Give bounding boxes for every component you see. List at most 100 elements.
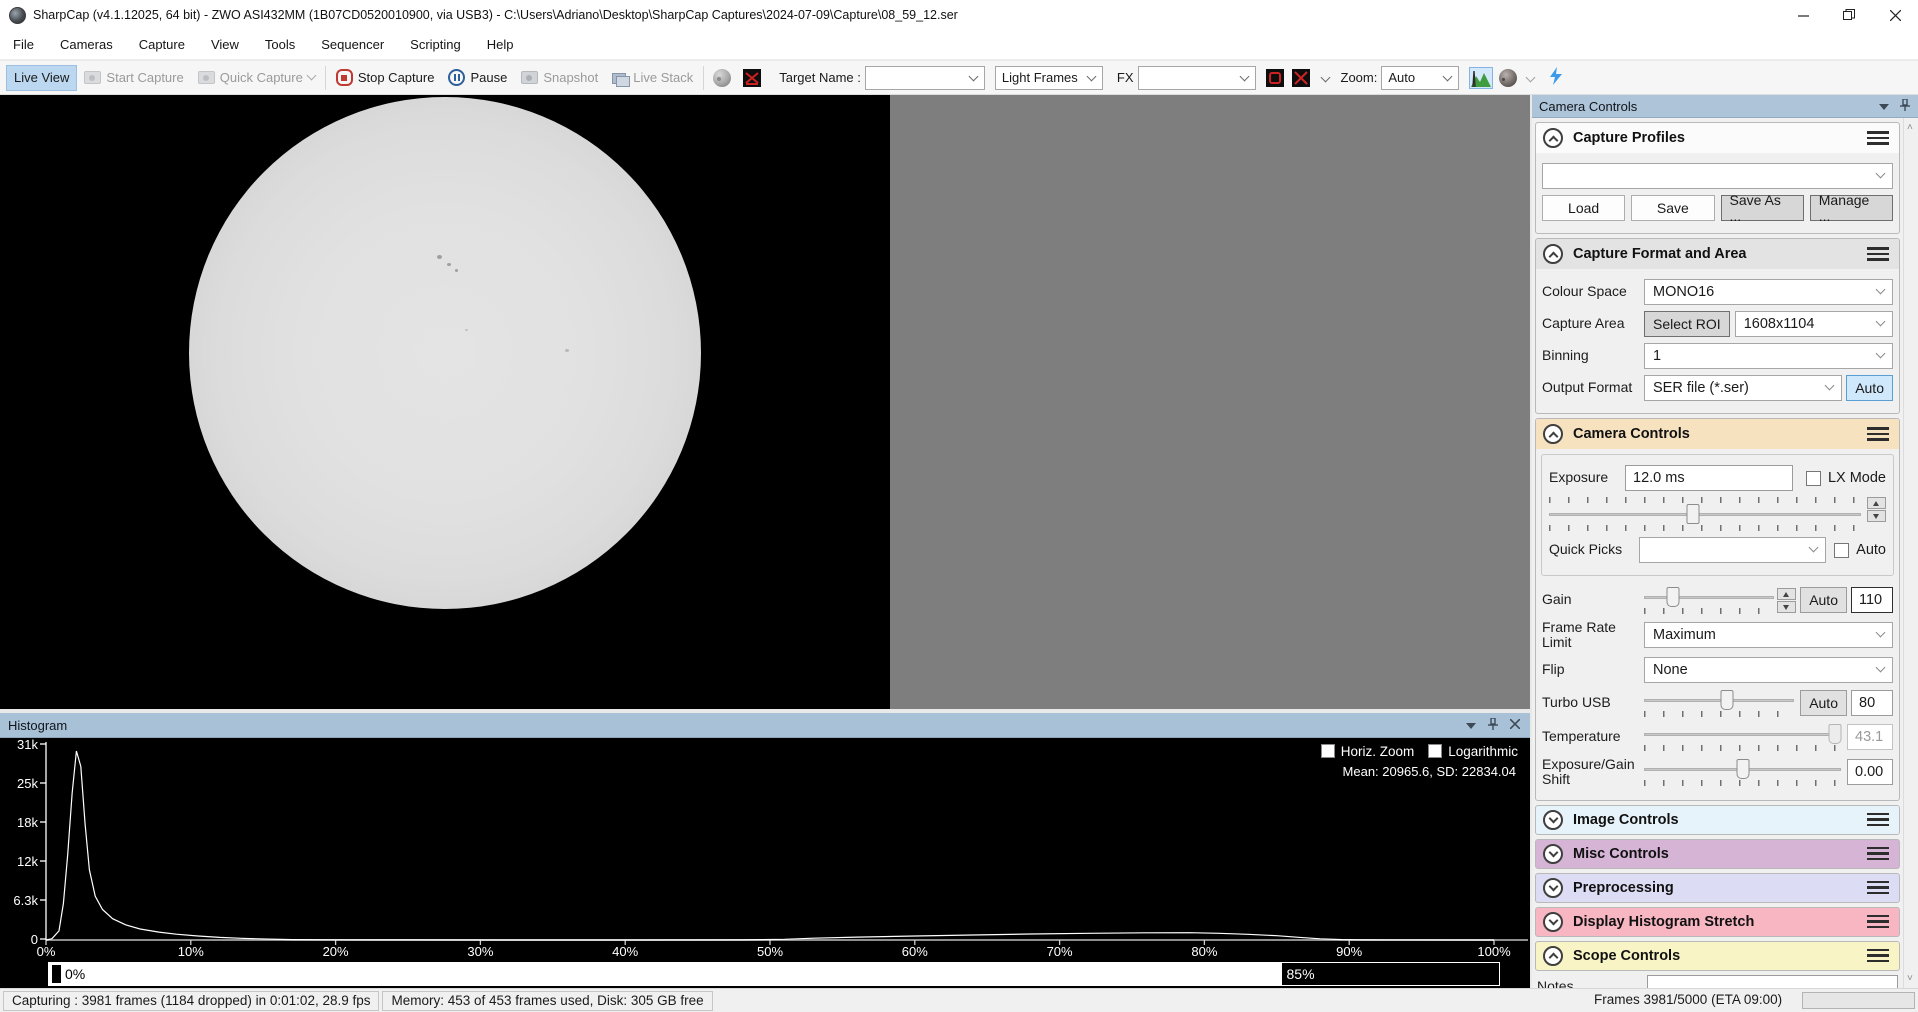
camera-controls-header[interactable]: Camera Controls	[1536, 419, 1899, 449]
save-as-button[interactable]: Save As ...	[1721, 195, 1804, 221]
panel-menu-icon[interactable]	[1466, 718, 1476, 732]
colour-space-combobox[interactable]: MONO16	[1644, 279, 1893, 305]
snapshot-button[interactable]: Snapshot	[514, 65, 605, 91]
stop-capture-button[interactable]: Stop Capture	[329, 65, 442, 91]
scroll-down-icon[interactable]: ˅	[1907, 973, 1913, 984]
fx-combobox[interactable]	[1138, 66, 1256, 90]
gain-auto-button[interactable]: Auto	[1800, 587, 1847, 613]
display-histogram-stretch-header[interactable]: Display Histogram Stretch	[1535, 907, 1900, 937]
expand-icon[interactable]	[1543, 912, 1563, 932]
histogram-toggle-icon[interactable]	[1469, 67, 1493, 89]
target-name-combobox[interactable]	[865, 66, 985, 90]
restore-button[interactable]	[1826, 0, 1872, 30]
menu-capture[interactable]: Capture	[126, 37, 198, 52]
capture-area-combobox[interactable]: 1608x1104	[1735, 311, 1893, 337]
crosshair-icon[interactable]	[1292, 69, 1310, 87]
frame-rate-combobox[interactable]: Maximum	[1644, 622, 1893, 648]
load-button[interactable]: Load	[1542, 195, 1625, 221]
expand-icon[interactable]	[1543, 810, 1563, 830]
menu-tools[interactable]: Tools	[252, 37, 308, 52]
moon-target-icon[interactable]	[713, 69, 731, 87]
pin-icon[interactable]	[1488, 718, 1498, 733]
menu-cameras[interactable]: Cameras	[47, 37, 126, 52]
horiz-zoom-checkbox[interactable]: Horiz. Zoom	[1321, 744, 1415, 759]
quick-picks-auto-checkbox[interactable]: Auto	[1834, 542, 1886, 558]
section-menu-icon[interactable]	[1867, 949, 1889, 963]
collapse-icon[interactable]	[1543, 424, 1563, 444]
section-menu-icon[interactable]	[1867, 247, 1889, 261]
save-button[interactable]: Save	[1631, 195, 1714, 221]
expand-icon[interactable]	[1543, 878, 1563, 898]
quick-capture-button[interactable]: Quick Capture	[191, 65, 322, 91]
output-auto-button[interactable]: Auto	[1846, 375, 1893, 401]
section-menu-icon[interactable]	[1867, 847, 1889, 861]
section-menu-icon[interactable]	[1867, 881, 1889, 895]
overlay-status-icon[interactable]	[743, 69, 761, 87]
camera-icon	[84, 71, 101, 84]
flip-combobox[interactable]: None	[1644, 657, 1893, 683]
histogram-stretch-bar[interactable]: 0% 85%	[48, 962, 1500, 986]
section-title: Capture Profiles	[1573, 130, 1685, 146]
flash-icon[interactable]	[1548, 67, 1564, 88]
turbo-usb-input[interactable]: 80	[1851, 690, 1893, 716]
logarithmic-checkbox[interactable]: Logarithmic	[1428, 744, 1518, 759]
select-roi-button[interactable]: Select ROI	[1644, 311, 1730, 337]
collapse-icon[interactable]	[1543, 128, 1563, 148]
gain-spinner[interactable]	[1777, 588, 1796, 613]
misc-controls-header[interactable]: Misc Controls	[1535, 839, 1900, 869]
section-menu-icon[interactable]	[1867, 131, 1889, 145]
output-format-combobox[interactable]: SER file (*.ser)	[1644, 375, 1842, 401]
collapse-icon[interactable]	[1543, 946, 1563, 966]
gain-slider[interactable]	[1644, 586, 1774, 608]
manage-button[interactable]: Manage ...	[1810, 195, 1893, 221]
planet-icon[interactable]	[1499, 69, 1517, 87]
turbo-usb-slider[interactable]	[1644, 689, 1794, 711]
pause-button[interactable]: Pause	[441, 65, 514, 91]
exp-gain-shift-input[interactable]: 0.00	[1847, 759, 1893, 785]
collapse-icon[interactable]	[1543, 244, 1563, 264]
section-menu-icon[interactable]	[1867, 915, 1889, 929]
profile-combobox[interactable]	[1542, 163, 1893, 189]
scroll-up-icon[interactable]: ˄	[1907, 122, 1913, 133]
section-menu-icon[interactable]	[1867, 427, 1889, 441]
notes-input[interactable]	[1647, 975, 1898, 988]
menu-help[interactable]: Help	[474, 37, 527, 52]
pin-icon[interactable]	[1900, 99, 1910, 114]
menu-file[interactable]: File	[0, 37, 47, 52]
exposure-slider[interactable]	[1549, 503, 1861, 525]
capture-format-header[interactable]: Capture Format and Area	[1536, 239, 1899, 269]
exposure-spinner[interactable]	[1867, 497, 1886, 531]
quick-picks-combobox[interactable]	[1639, 537, 1826, 563]
panel-scrollbar[interactable]: ˄ ˅	[1903, 118, 1918, 988]
start-capture-button[interactable]: Start Capture	[77, 65, 190, 91]
close-icon[interactable]	[1510, 718, 1520, 732]
zoom-combobox[interactable]: Auto	[1381, 66, 1459, 90]
stretch-low-handle[interactable]	[52, 965, 61, 983]
preprocessing-header[interactable]: Preprocessing	[1535, 873, 1900, 903]
expand-icon[interactable]	[1543, 844, 1563, 864]
lx-mode-checkbox[interactable]: LX Mode	[1806, 470, 1886, 486]
menu-view[interactable]: View	[198, 37, 252, 52]
image-controls-header[interactable]: Image Controls	[1535, 805, 1900, 835]
live-stack-button[interactable]: Live Stack	[605, 65, 700, 91]
gain-input[interactable]: 110	[1851, 587, 1893, 613]
stretch-white-region[interactable]	[49, 963, 1282, 985]
binning-combobox[interactable]: 1	[1644, 343, 1893, 369]
camera-preview[interactable]	[0, 95, 1530, 709]
live-view-button[interactable]: Live View	[6, 65, 77, 91]
exposure-input[interactable]: 12.0 ms	[1625, 465, 1793, 491]
panel-menu-icon[interactable]	[1879, 99, 1889, 113]
exp-gain-shift-slider[interactable]	[1644, 758, 1841, 780]
scope-controls-header[interactable]: Scope Controls	[1535, 941, 1900, 971]
capture-profiles-header[interactable]: Capture Profiles	[1536, 123, 1899, 153]
menu-scripting[interactable]: Scripting	[397, 37, 474, 52]
frame-type-combobox[interactable]: Light Frames	[995, 66, 1103, 90]
menu-sequencer[interactable]: Sequencer	[308, 37, 397, 52]
turbo-usb-auto-button[interactable]: Auto	[1800, 690, 1847, 716]
chevron-down-icon[interactable]	[1526, 73, 1536, 83]
section-menu-icon[interactable]	[1867, 813, 1889, 827]
close-button[interactable]	[1872, 0, 1918, 30]
chevron-down-icon[interactable]	[1320, 73, 1330, 83]
minimize-button[interactable]	[1780, 0, 1826, 30]
selection-area-icon[interactable]	[1266, 69, 1284, 87]
